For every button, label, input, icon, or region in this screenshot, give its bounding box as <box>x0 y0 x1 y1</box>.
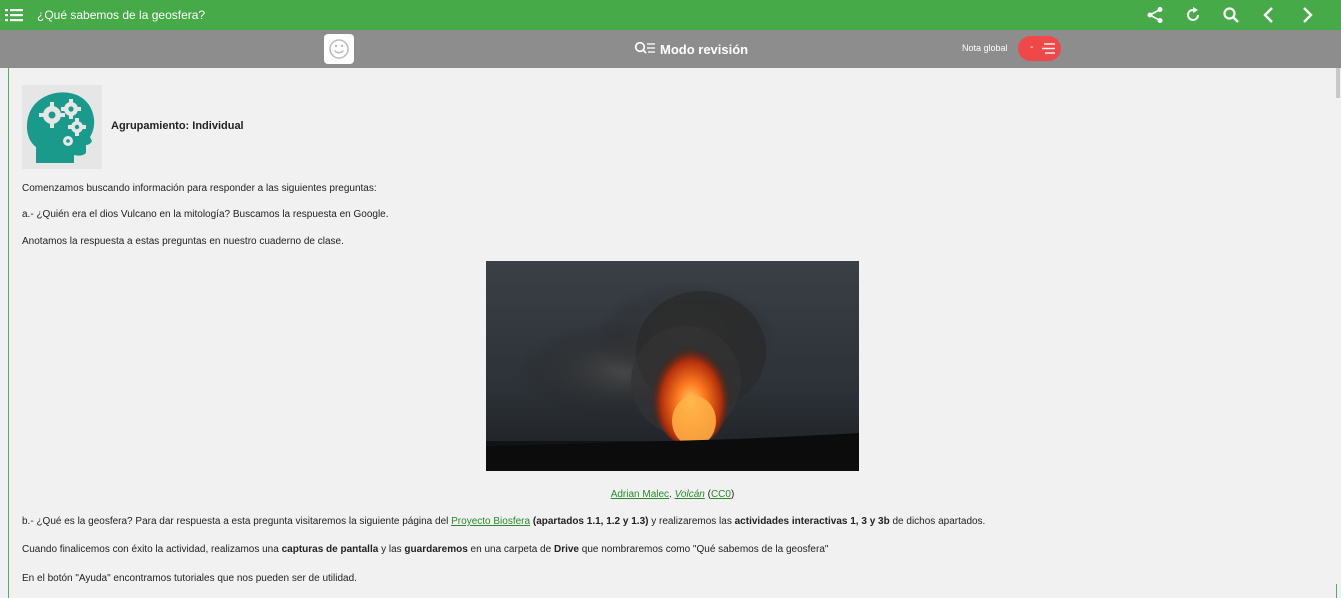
review-bar: Modo revisión Nota global - <box>0 30 1341 68</box>
page-title: ¿Qué sabemos de la geosfera? <box>37 8 206 22</box>
review-search-icon <box>634 41 655 54</box>
chevron-left-icon[interactable] <box>1259 5 1279 25</box>
text: b.- ¿Qué es la geosfera? Para dar respue… <box>22 516 452 527</box>
paragraph-question-a: a.- ¿Quién era el dios Vulcano en la mit… <box>22 209 389 220</box>
smiley-icon[interactable] <box>324 34 354 64</box>
scrollbar-thumb[interactable] <box>1336 68 1340 98</box>
paragraph-intro: Comenzamos buscando información para res… <box>22 183 377 194</box>
credit-close: ) <box>730 489 735 500</box>
license-link[interactable]: CC0 <box>711 489 731 500</box>
scrollbar-track[interactable] <box>1336 68 1341 584</box>
refresh-icon[interactable] <box>1183 5 1203 25</box>
search-icon[interactable] <box>1221 5 1241 25</box>
work-title: Volcán <box>674 489 705 500</box>
bold-text: capturas de pantalla <box>281 544 379 555</box>
review-mode: Modo revisión <box>634 40 748 58</box>
paragraph-question-b: b.- ¿Qué es la geosfera? Para dar respue… <box>22 516 985 527</box>
grade-value: - <box>1030 42 1034 53</box>
chevron-right-icon[interactable] <box>1297 5 1317 25</box>
text: Cuando finalicemos con éxito la activida… <box>22 544 282 555</box>
author-link[interactable]: Adrian Malec <box>611 489 669 500</box>
grade-label: Nota global <box>962 43 1008 53</box>
paragraph-capture: Cuando finalicemos con éxito la activida… <box>22 544 828 555</box>
grouping-label: Agrupamiento: Individual <box>111 120 244 132</box>
volcano-image <box>486 261 859 471</box>
text: que nombraremos como "Qué sabemos de la … <box>578 544 829 555</box>
list-icon <box>1042 43 1055 54</box>
top-bar: ¿Qué sabemos de la geosfera? <box>0 0 1341 30</box>
text: y realizaremos las <box>648 516 735 527</box>
bold-text: actividades interactivas 1, 3 y 3b <box>734 516 890 527</box>
grade-button[interactable]: - <box>1018 36 1061 61</box>
share-icon[interactable] <box>1145 5 1165 25</box>
bold-text: Drive <box>553 544 579 555</box>
bold-text: (apartados 1.1, 1.2 y 1.3) <box>532 516 649 527</box>
text: y las <box>378 544 405 555</box>
proyecto-biosfera-link[interactable]: Proyecto Biosfera <box>451 516 530 527</box>
text: de dichos apartados. <box>889 516 986 527</box>
menu-icon[interactable] <box>5 6 23 24</box>
paragraph-help: En el botón "Ayuda" encontramos tutorial… <box>22 573 357 584</box>
head-gears-icon <box>22 85 102 169</box>
work-link[interactable]: Volcán <box>675 489 705 500</box>
image-credit: Adrian Malec. Volcán (CC0) <box>486 489 859 500</box>
text: en una carpeta de <box>467 544 554 555</box>
bold-text: guardaremos <box>404 544 468 555</box>
paragraph-notebook: Anotamos la respuesta a estas preguntas … <box>22 236 344 247</box>
review-mode-label: Modo revisión <box>660 41 749 57</box>
